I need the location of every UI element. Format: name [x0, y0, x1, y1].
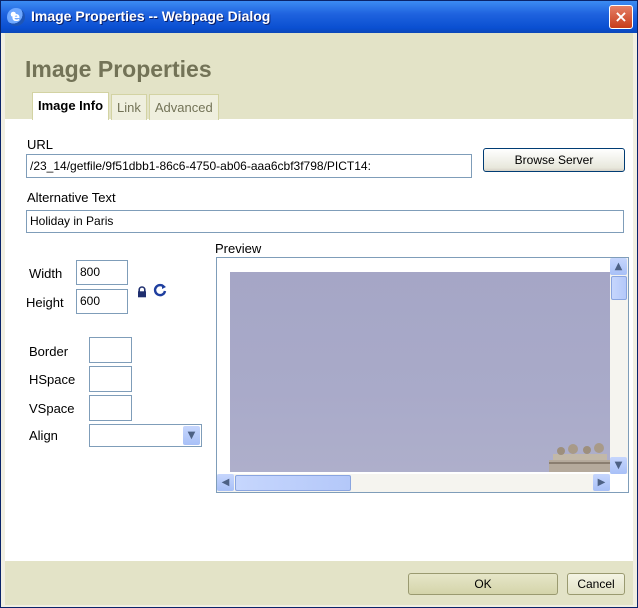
height-label: Height [26, 295, 64, 310]
scroll-left-icon[interactable]: ◀ [217, 474, 234, 491]
hspace-input[interactable] [89, 366, 132, 392]
vertical-scrollbar[interactable]: ▲ ▼ [610, 258, 628, 474]
horizontal-scroll-thumb[interactable] [235, 475, 351, 491]
width-input[interactable]: 800 [76, 260, 128, 285]
chevron-down-icon[interactable]: ▼ [183, 426, 200, 445]
vspace-input[interactable] [89, 395, 132, 421]
ie-icon: e [7, 8, 25, 26]
close-button[interactable]: × [609, 5, 633, 29]
url-label: URL [27, 137, 54, 152]
building-silhouette-icon [549, 443, 611, 472]
border-label: Border [29, 344, 69, 359]
scroll-up-icon[interactable]: ▲ [610, 258, 627, 275]
dialog-footer: OK Cancel [5, 561, 633, 605]
scroll-right-icon[interactable]: ▶ [593, 474, 610, 491]
dialog-header: Image Properties Image Info Link Advance… [5, 33, 633, 120]
vspace-label: VSpace [29, 401, 75, 416]
tab-advanced[interactable]: Advanced [148, 94, 219, 120]
window-title: Image Properties -- Webpage Dialog [31, 8, 271, 24]
align-label: Align [29, 428, 58, 443]
width-label: Width [29, 266, 63, 281]
alt-text-input[interactable]: Holiday in Paris [26, 210, 624, 233]
dialog-body: Image Properties Image Info Link Advance… [5, 33, 633, 605]
page-title: Image Properties [25, 56, 212, 82]
cancel-button[interactable]: Cancel [567, 573, 625, 595]
tab-image-info[interactable]: Image Info [32, 92, 110, 120]
preview-label: Preview [215, 241, 262, 256]
browse-server-button[interactable]: Browse Server [483, 148, 625, 172]
ok-button[interactable]: OK [408, 573, 558, 595]
dialog-window: e Image Properties -- Webpage Dialog × I… [0, 0, 638, 608]
reset-size-icon[interactable] [153, 282, 167, 297]
vertical-scroll-thumb[interactable] [611, 276, 627, 300]
scroll-down-icon[interactable]: ▼ [610, 457, 627, 474]
alt-text-label: Alternative Text [27, 190, 116, 205]
url-input[interactable]: /23_14/getfile/9f51dbb1-86c6-4750-ab06-a… [26, 154, 472, 178]
preview-image [230, 272, 611, 472]
hspace-label: HSpace [29, 372, 76, 387]
border-input[interactable] [89, 337, 132, 363]
align-select[interactable]: ▼ [89, 424, 202, 447]
tab-link[interactable]: Link [111, 94, 147, 120]
horizontal-scrollbar[interactable]: ◀ ▶ [217, 474, 610, 492]
preview-frame: ▲ ▼ ◀ ▶ [216, 257, 629, 493]
height-input[interactable]: 600 [76, 289, 128, 314]
tab-strip: Image Info Link Advanced [32, 92, 221, 120]
lock-icon[interactable] [136, 283, 148, 298]
title-bar[interactable]: e Image Properties -- Webpage Dialog × [1, 1, 637, 33]
